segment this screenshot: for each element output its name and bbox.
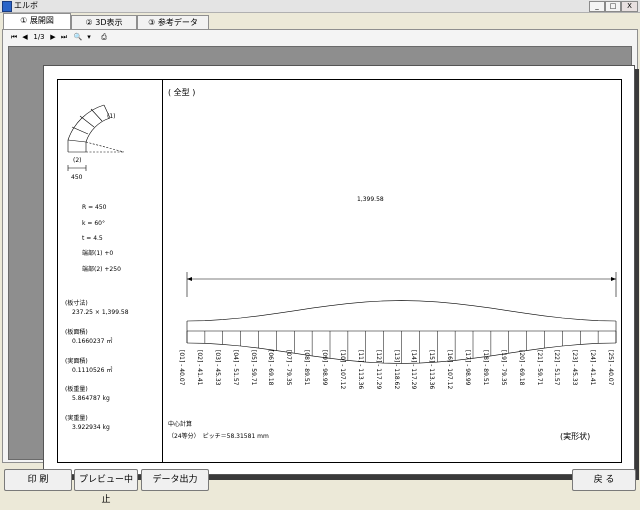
page-indicator: 1/3 [33, 33, 45, 41]
division-label: [06] - 69.18 [267, 350, 275, 386]
division-label: [25] - 40.07 [607, 350, 614, 386]
stop-preview-button[interactable]: プレビュー中止 [74, 469, 138, 505]
tab-reference-data[interactable]: ③ 参考データ [137, 15, 209, 29]
tab-panel: ⏮ ◀ 1/3 ▶ ⏭ 🔍 ▾ ⎙ (1) (2) 450 R = 450 k … [2, 29, 639, 480]
top-edge-curve [186, 300, 617, 322]
spec-actual-area-title: (実面積) [65, 358, 88, 365]
info-column: (1) (2) 450 R = 450 k = 60° t = 4.5 端部(1… [58, 80, 163, 462]
data-export-button[interactable]: データ出力 [141, 469, 209, 491]
calc-title: 中心計算 [168, 421, 193, 428]
maximize-button[interactable]: □ [605, 1, 621, 12]
division-label: [10] - 107.12 [338, 350, 346, 390]
drawing-frame: (1) (2) 450 R = 450 k = 60° t = 4.5 端部(1… [57, 79, 622, 463]
division-label: [12] - 117.29 [374, 350, 382, 390]
division-label: [03] - 45.33 [213, 350, 221, 386]
spec-plate-size-value: 237.25 × 1,399.58 [72, 309, 129, 316]
param-end-2: 端部(2) +250 [82, 266, 121, 273]
division-label: [19] - 79.35 [499, 350, 507, 386]
prev-page-icon[interactable]: ◀ [21, 33, 29, 42]
spec-actual-weight-title: (実重量) [65, 415, 88, 422]
division-label: [05] - 59.71 [249, 350, 257, 386]
spec-plate-area-value: 0.1660237 ㎡ [72, 338, 113, 345]
param-thickness: t = 4.5 [82, 235, 103, 242]
param-angle: k = 60° [82, 220, 105, 227]
last-page-icon[interactable]: ⏭ [59, 33, 69, 42]
diagram-label-1: (1) [107, 113, 116, 120]
division-label: [24] - 41.41 [589, 350, 597, 386]
window-title: エルボ [14, 1, 38, 10]
spec-plate-weight-value: 5.864787 kg [72, 395, 110, 402]
dimension-arrow-right [611, 277, 616, 281]
print-button[interactable]: 印 刷 [4, 469, 72, 491]
division-label: [04] - 51.57 [231, 350, 239, 386]
spec-plate-size-title: (板寸法) [65, 300, 88, 307]
spec-actual-area-value: 0.1110526 ㎡ [72, 367, 113, 374]
param-radius: R = 450 [82, 204, 107, 211]
total-width-label: 1,399.58 [357, 196, 384, 203]
zoom-icon[interactable]: 🔍 [73, 33, 83, 42]
division-label: [22] - 51.57 [553, 350, 561, 386]
dimension-arrow-left [187, 277, 192, 281]
preview-page: (1) (2) 450 R = 450 k = 60° t = 4.5 端部(1… [43, 65, 635, 475]
tab-development-view[interactable]: ① 展開図 [3, 13, 71, 30]
spec-plate-area-title: (板面積) [65, 329, 88, 336]
division-label: [15] - 113.36 [428, 350, 436, 390]
division-label: [11] - 113.36 [356, 350, 364, 390]
close-button[interactable]: X [621, 1, 638, 12]
division-label: [23] - 45.33 [571, 350, 579, 386]
printer-icon[interactable]: ⎙ [99, 33, 109, 42]
division-label: [17] - 98.99 [464, 350, 471, 386]
division-label: [09] - 98.99 [321, 350, 328, 386]
zoom-dropdown-icon[interactable]: ▾ [85, 33, 93, 42]
tab-bar: ① 展開図 ② 3D表示 ③ 参考データ [0, 13, 640, 30]
division-label: [08] - 89.51 [303, 350, 311, 386]
division-label: [21] - 59.71 [535, 350, 543, 386]
viewer-toolbar: ⏮ ◀ 1/3 ▶ ⏭ 🔍 ▾ ⎙ [7, 33, 127, 43]
app-icon [2, 1, 12, 12]
next-page-icon[interactable]: ▶ [49, 33, 57, 42]
division-label: [07] - 79.35 [285, 350, 293, 386]
spec-actual-weight-value: 3.922934 kg [72, 424, 110, 431]
drawing-type-label: ( 全型 ) [168, 88, 196, 97]
window-titlebar: エルボ _ □ X [0, 0, 640, 13]
shape-label: (実形状) [560, 432, 591, 441]
spec-plate-weight-title: (板重量) [65, 386, 88, 393]
param-end-1: 端部(1) +0 [82, 250, 114, 257]
division-label: [18] - 89.51 [481, 350, 489, 386]
preview-area[interactable]: (1) (2) 450 R = 450 k = 60° t = 4.5 端部(1… [8, 46, 639, 480]
bottom-bar: 印 刷 プレビュー中止 データ出力 戻 る [0, 464, 640, 505]
development-drawing [186, 272, 617, 364]
division-label: [14] - 117.29 [410, 350, 418, 390]
calc-detail: （24等分） ピッチ＝58.31581 mm [168, 433, 269, 440]
division-label: [20] - 69.18 [517, 350, 525, 386]
diagram-label-2: (2) [73, 157, 82, 164]
division-label: [02] - 41.41 [195, 350, 203, 386]
division-label: [16] - 107.12 [446, 350, 454, 390]
tab-3d-view[interactable]: ② 3D表示 [71, 15, 137, 29]
diagram-dimension: 450 [71, 174, 83, 181]
back-button[interactable]: 戻 る [572, 469, 636, 491]
minimize-button[interactable]: _ [589, 1, 605, 12]
first-page-icon[interactable]: ⏮ [9, 33, 19, 42]
division-label: [13] - 118.62 [392, 350, 400, 390]
division-label: [01] - 40.07 [178, 350, 185, 386]
